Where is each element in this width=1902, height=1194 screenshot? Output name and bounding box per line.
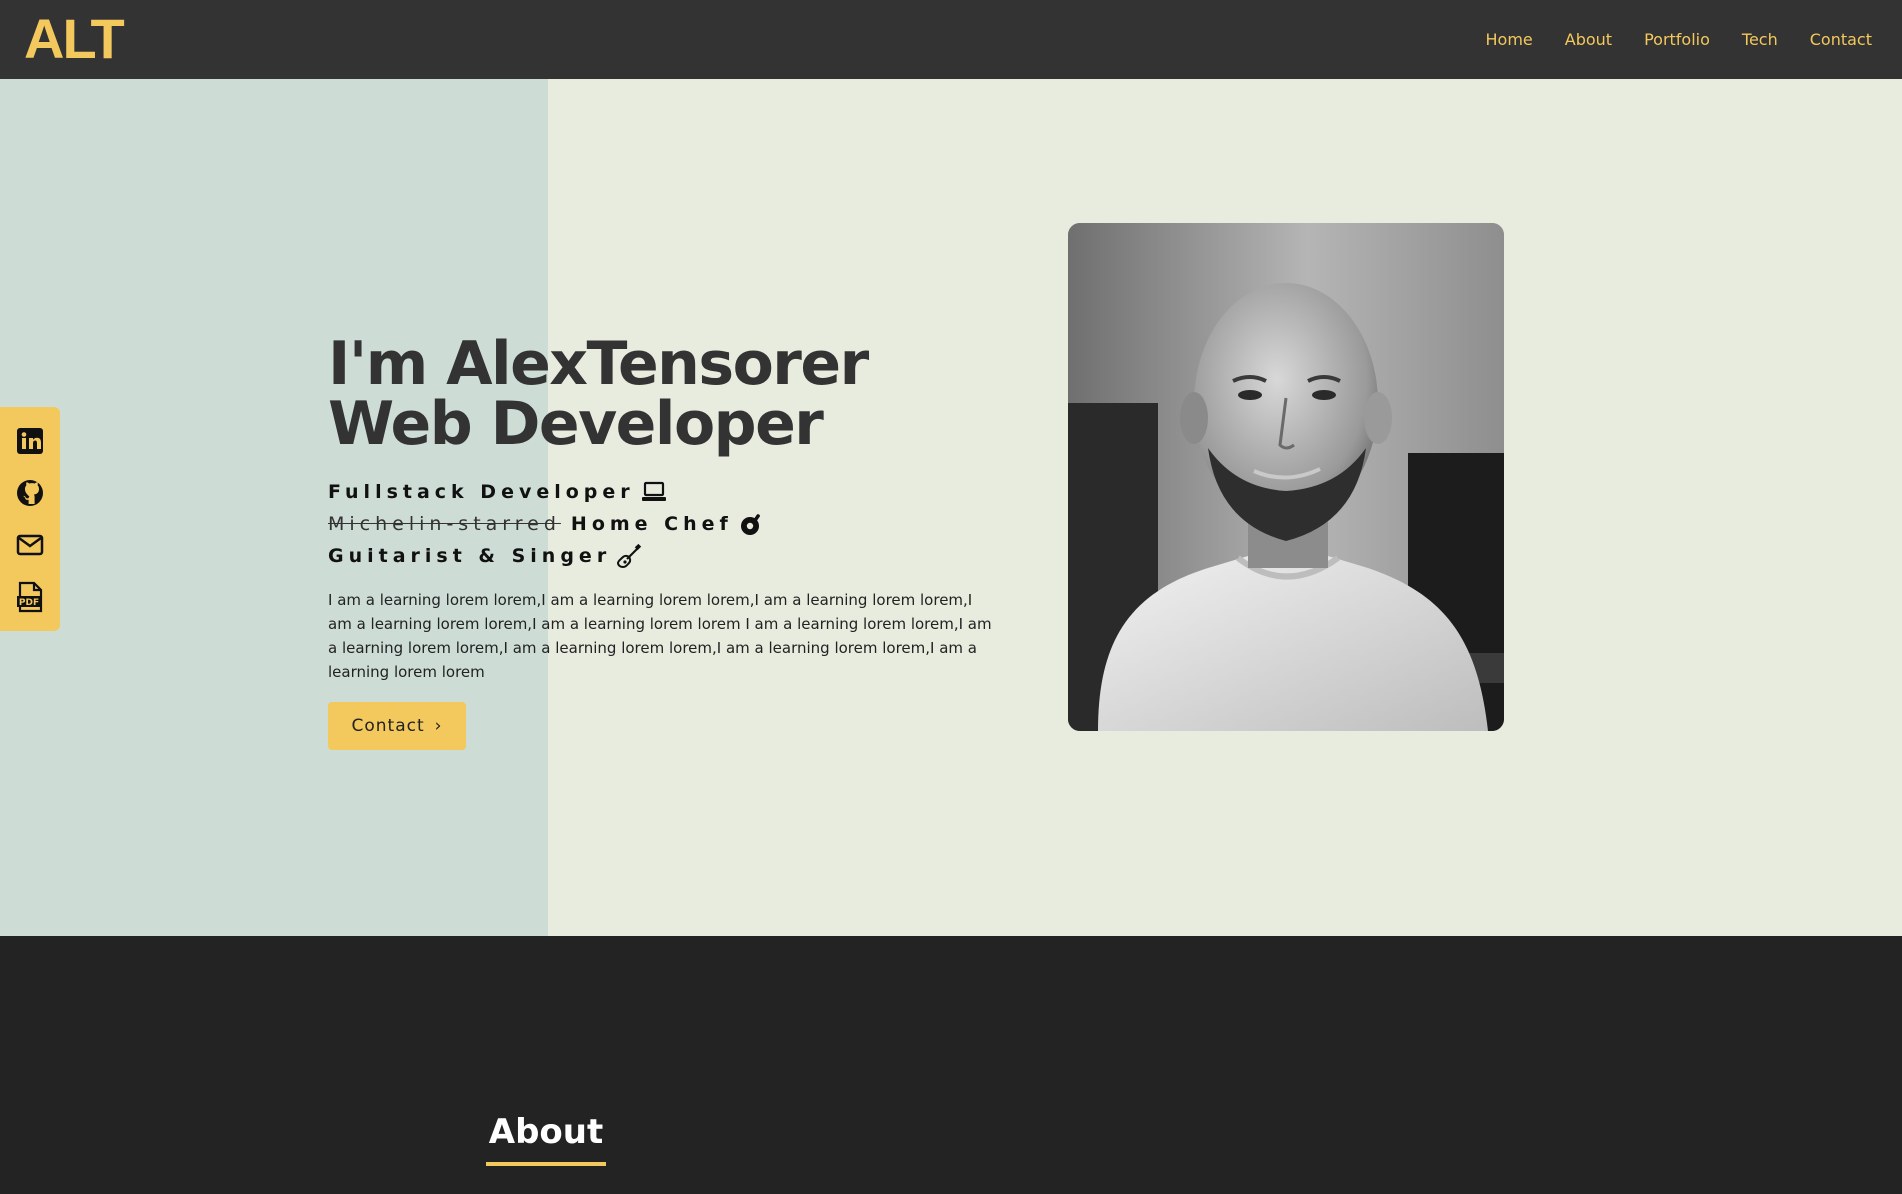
nav-portfolio[interactable]: Portfolio [1644, 30, 1710, 49]
nav-contact[interactable]: Contact [1810, 30, 1872, 49]
laptop-icon [641, 481, 667, 503]
frying-pan-icon [739, 512, 765, 536]
main-nav: Home About Portfolio Tech Contact [1486, 0, 1872, 79]
role-chef: Michelin-starred Home Chef [328, 508, 1008, 540]
role-fullstack-label: Fullstack Developer [328, 481, 635, 503]
headline-name: I'm AlexTensorer [328, 329, 869, 399]
nav-about[interactable]: About [1565, 30, 1612, 49]
headline-role: Web Developer [328, 389, 824, 459]
top-navbar: ALT Home About Portfolio Tech Contact [0, 0, 1902, 79]
pdf-icon[interactable]: PDF [15, 581, 45, 613]
site-logo[interactable]: ALT [24, 8, 125, 70]
about-underline [486, 1162, 606, 1166]
contact-button[interactable]: Contact › [328, 702, 466, 750]
github-icon[interactable] [15, 478, 45, 508]
nav-home[interactable]: Home [1486, 30, 1533, 49]
hero-bio: I am a learning lorem lorem,I am a learn… [328, 591, 992, 681]
hero-text-block: I'm AlexTensorer Web Developer Fullstack… [328, 334, 1008, 750]
mail-icon[interactable] [15, 530, 45, 560]
hero-section: PDF I'm AlexTensorer Web Developer Fulls… [0, 79, 1902, 936]
roles-list: Fullstack Developer Michelin-starred Hom… [328, 476, 1008, 572]
guitar-icon [617, 543, 643, 569]
about-title: About [488, 1112, 604, 1152]
profile-photo [1068, 223, 1504, 731]
svg-text:PDF: PDF [19, 598, 39, 608]
linkedin-icon[interactable] [15, 426, 45, 456]
role-chef-strike: Michelin-starred [328, 513, 561, 535]
role-fullstack: Fullstack Developer [328, 476, 1008, 508]
role-musician-label: Guitarist & Singer [328, 545, 612, 567]
contact-button-label: Contact [351, 716, 425, 736]
social-sidebar: PDF [0, 407, 60, 631]
about-heading: About [486, 1108, 606, 1166]
role-musician: Guitarist & Singer [328, 540, 1008, 572]
role-chef-label: Home Chef [570, 513, 733, 535]
hero-headline: I'm AlexTensorer Web Developer [328, 334, 1008, 454]
nav-tech[interactable]: Tech [1742, 30, 1778, 49]
chevron-right-icon: › [434, 716, 443, 736]
